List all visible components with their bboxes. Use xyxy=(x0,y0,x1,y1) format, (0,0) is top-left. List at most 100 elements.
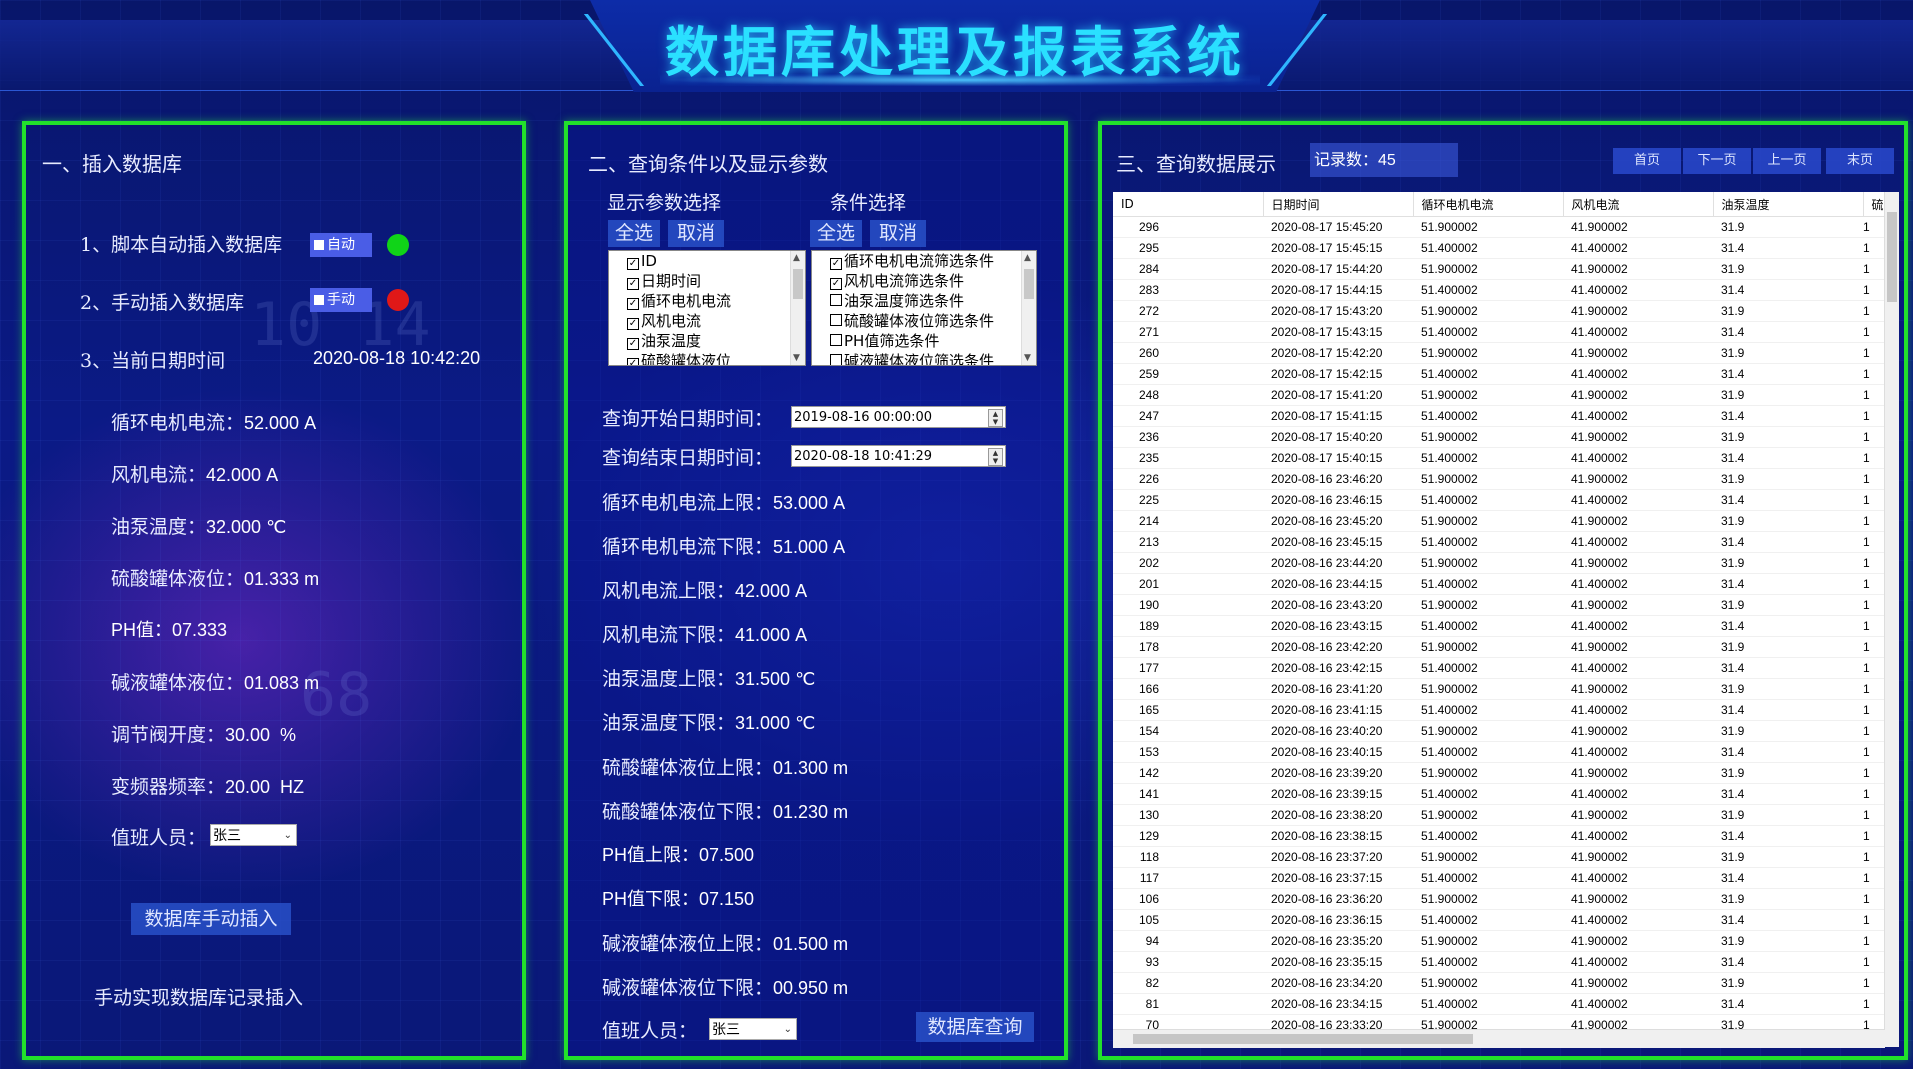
table-cell: 51.400002 xyxy=(1413,279,1563,301)
table-row[interactable]: 190 2020-08-16 23:43:20 51.900002 41.900002… xyxy=(1113,594,1898,616)
database-query-button[interactable]: 数据库查询 xyxy=(916,1012,1034,1042)
cond-cancel-button[interactable]: 取消 xyxy=(870,220,926,247)
cond-select-all-button[interactable]: 全选 xyxy=(810,220,862,247)
table-cell: 31.4 xyxy=(1713,825,1863,847)
prev-page-button[interactable]: 上一页 xyxy=(1753,148,1821,174)
datetime-label: 3、当前日期时间 xyxy=(80,350,226,372)
spinner-icon[interactable]: ▲ ▼ xyxy=(988,409,1003,427)
column-header[interactable]: 风机电流 xyxy=(1563,192,1714,217)
column-header[interactable]: 油泵温度 xyxy=(1713,192,1864,217)
table-cell: 51.900002 xyxy=(1413,258,1563,280)
table-row[interactable]: 142 2020-08-16 23:39:20 51.900002 41.900002… xyxy=(1113,762,1898,784)
table-row[interactable]: 272 2020-08-17 15:43:20 51.900002 41.900002… xyxy=(1113,300,1898,322)
table-row[interactable]: 154 2020-08-16 23:40:20 51.900002 41.900002… xyxy=(1113,720,1898,742)
table-row[interactable]: 153 2020-08-16 23:40:15 51.400002 41.400002… xyxy=(1113,741,1898,763)
table-cell: 51.400002 xyxy=(1413,447,1563,469)
table-cell: 31.4 xyxy=(1713,657,1863,679)
first-page-button[interactable]: 首页 xyxy=(1613,148,1681,174)
display-cancel-button[interactable]: 取消 xyxy=(668,220,724,247)
table-row[interactable]: 166 2020-08-16 23:41:20 51.900002 41.900002… xyxy=(1113,678,1898,700)
table-row[interactable]: 236 2020-08-17 15:40:20 51.900002 41.900002… xyxy=(1113,426,1898,448)
display-param-item[interactable]: ✓ 油泵温度 xyxy=(609,331,805,351)
limit-row: 油泵温度上限：31.500 ℃ xyxy=(602,664,815,691)
table-cell: 31.4 xyxy=(1713,321,1863,343)
scrollbar-thumb[interactable] xyxy=(1887,212,1897,302)
display-list-scrollbar[interactable]: ▲ ▼ xyxy=(790,251,805,365)
table-vertical-scrollbar[interactable] xyxy=(1884,192,1899,1047)
table-row[interactable]: 296 2020-08-17 15:45:20 51.900002 41.900002… xyxy=(1113,216,1898,238)
table-row[interactable]: 118 2020-08-16 23:37:20 51.900002 41.900002… xyxy=(1113,846,1898,868)
table-row[interactable]: 247 2020-08-17 15:41:15 51.400002 41.400002… xyxy=(1113,405,1898,427)
table-row[interactable]: 178 2020-08-16 23:42:20 51.900002 41.900002… xyxy=(1113,636,1898,658)
table-row[interactable]: 130 2020-08-16 23:38:20 51.900002 41.900002… xyxy=(1113,804,1898,826)
table-row[interactable]: 81 2020-08-16 23:34:15 51.400002 41.400002 3… xyxy=(1113,993,1898,1015)
display-param-label: 循环电机电流 xyxy=(641,292,732,310)
table-row[interactable]: 213 2020-08-16 23:45:15 51.400002 41.400002… xyxy=(1113,531,1898,553)
manual-insert-toggle[interactable]: 手动 xyxy=(310,288,372,312)
results-table[interactable]: ID 日期时间 循环电机电流 风机电流 油泵温度 硫 296 2020-08-17… xyxy=(1113,192,1898,1047)
scrollbar-thumb[interactable] xyxy=(1133,1034,1473,1044)
condition-item[interactable]: 碱液罐体液位筛选条件 xyxy=(812,351,1036,365)
table-row[interactable]: 117 2020-08-16 23:37:15 51.400002 41.400002… xyxy=(1113,867,1898,889)
table-row[interactable]: 259 2020-08-17 15:42:15 51.400002 41.400002… xyxy=(1113,363,1898,385)
table-row[interactable]: 105 2020-08-16 23:36:15 51.400002 41.400002… xyxy=(1113,909,1898,931)
condition-item[interactable]: ✓ 循环电机电流筛选条件 xyxy=(812,251,1036,271)
condition-item[interactable]: 硫酸罐体液位筛选条件 xyxy=(812,311,1036,331)
table-row[interactable]: 225 2020-08-16 23:46:15 51.400002 41.400002… xyxy=(1113,489,1898,511)
table-row[interactable]: 271 2020-08-17 15:43:15 51.400002 41.400002… xyxy=(1113,321,1898,343)
limit-value: 01.230 m xyxy=(773,802,849,822)
scrollbar-thumb[interactable] xyxy=(793,269,803,299)
table-row[interactable]: 177 2020-08-16 23:42:15 51.400002 41.400002… xyxy=(1113,657,1898,679)
table-row[interactable]: 82 2020-08-16 23:34:20 51.900002 41.900002 3… xyxy=(1113,972,1898,994)
display-params-list[interactable]: ✓ ID ✓ 日期时间 ✓ 循环电机电流 ✓ 风机电流 ✓ 油泵温度 ✓ 硫酸罐体液位 ▲ ▼ xyxy=(608,250,806,366)
table-row[interactable]: 189 2020-08-16 23:43:15 51.400002 41.400002… xyxy=(1113,615,1898,637)
table-row[interactable]: 235 2020-08-17 15:40:15 51.400002 41.400002… xyxy=(1113,447,1898,469)
end-datetime-picker[interactable]: 2020-08-18 10:41:29 ▲ ▼ xyxy=(791,445,1006,467)
conditions-list-scrollbar[interactable]: ▲ ▼ xyxy=(1021,251,1036,365)
next-page-button[interactable]: 下一页 xyxy=(1683,148,1751,174)
display-select-all-button[interactable]: 全选 xyxy=(608,220,660,247)
table-row[interactable]: 165 2020-08-16 23:41:15 51.400002 41.400002… xyxy=(1113,699,1898,721)
manual-insert-button[interactable]: 数据库手动插入 xyxy=(131,903,291,935)
table-row[interactable]: 226 2020-08-16 23:46:20 51.900002 41.900002… xyxy=(1113,468,1898,490)
checkbox-checked-icon: ✓ xyxy=(627,358,639,365)
condition-item[interactable]: PH值筛选条件 xyxy=(812,331,1036,351)
table-row[interactable]: 214 2020-08-16 23:45:20 51.900002 41.900002… xyxy=(1113,510,1898,532)
table-row[interactable]: 283 2020-08-17 15:44:15 51.400002 41.400002… xyxy=(1113,279,1898,301)
condition-item[interactable]: 油泵温度筛选条件 xyxy=(812,291,1036,311)
table-row[interactable]: 106 2020-08-16 23:36:20 51.900002 41.900002… xyxy=(1113,888,1898,910)
table-row[interactable]: 202 2020-08-16 23:44:20 51.900002 41.900002… xyxy=(1113,552,1898,574)
table-row[interactable]: 260 2020-08-17 15:42:20 51.900002 41.900002… xyxy=(1113,342,1898,364)
display-param-item[interactable]: ✓ 日期时间 xyxy=(609,271,805,291)
table-cell: 2020-08-16 23:35:15 xyxy=(1263,951,1413,973)
duty-select-value: 张三 xyxy=(213,828,241,844)
column-header[interactable]: 循环电机电流 xyxy=(1413,192,1564,217)
display-param-item[interactable]: ✓ 风机电流 xyxy=(609,311,805,331)
table-row[interactable]: 141 2020-08-16 23:39:15 51.400002 41.400002… xyxy=(1113,783,1898,805)
column-header[interactable]: ID xyxy=(1113,192,1264,217)
table-cell: 31.9 xyxy=(1713,678,1863,700)
auto-insert-button[interactable]: 自动 xyxy=(310,233,372,257)
table-row[interactable]: 93 2020-08-16 23:35:15 51.400002 41.400002 3… xyxy=(1113,951,1898,973)
table-horizontal-scrollbar[interactable] xyxy=(1113,1029,1885,1048)
column-header[interactable]: 日期时间 xyxy=(1263,192,1414,217)
spinner-icon[interactable]: ▲ ▼ xyxy=(988,448,1003,466)
last-page-button[interactable]: 末页 xyxy=(1826,148,1894,174)
duty-select[interactable]: 张三 ⌄ xyxy=(210,824,297,846)
table-row[interactable]: 94 2020-08-16 23:35:20 51.900002 41.900002 3… xyxy=(1113,930,1898,952)
display-param-item[interactable]: ✓ 硫酸罐体液位 xyxy=(609,351,805,365)
condition-item[interactable]: ✓ 风机电流筛选条件 xyxy=(812,271,1036,291)
display-param-item[interactable]: ✓ ID xyxy=(609,251,805,271)
table-row[interactable]: 129 2020-08-16 23:38:15 51.400002 41.400002… xyxy=(1113,825,1898,847)
table-row[interactable]: 284 2020-08-17 15:44:20 51.900002 41.900002… xyxy=(1113,258,1898,280)
start-datetime-picker[interactable]: 2019-08-16 00:00:00 ▲ ▼ xyxy=(791,406,1006,428)
table-cell: 31.9 xyxy=(1713,720,1863,742)
scrollbar-thumb[interactable] xyxy=(1024,269,1034,299)
limit-label: PH值上限： xyxy=(602,845,700,865)
table-row[interactable]: 201 2020-08-16 23:44:15 51.400002 41.400002… xyxy=(1113,573,1898,595)
query-duty-select[interactable]: 张三 ⌄ xyxy=(709,1018,797,1040)
table-row[interactable]: 248 2020-08-17 15:41:20 51.900002 41.900002… xyxy=(1113,384,1898,406)
display-param-item[interactable]: ✓ 循环电机电流 xyxy=(609,291,805,311)
conditions-list[interactable]: ✓ 循环电机电流筛选条件 ✓ 风机电流筛选条件 油泵温度筛选条件 硫酸罐体液位筛选条… xyxy=(811,250,1037,366)
table-row[interactable]: 295 2020-08-17 15:45:15 51.400002 41.400002… xyxy=(1113,237,1898,259)
